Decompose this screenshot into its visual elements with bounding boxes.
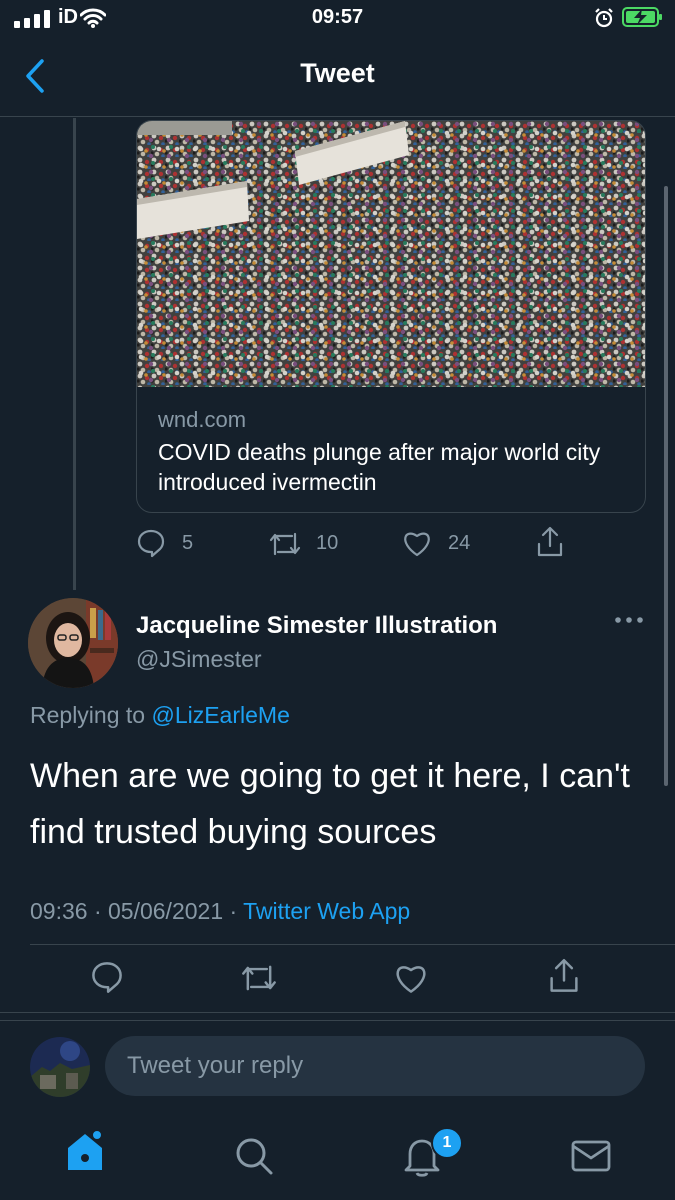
messages-icon[interactable] xyxy=(570,1138,612,1174)
card-domain: wnd.com xyxy=(158,407,247,432)
reply-input[interactable] xyxy=(105,1036,645,1096)
card-title: COVID deaths plunge after major world ci… xyxy=(158,439,601,495)
search-icon[interactable] xyxy=(234,1136,274,1176)
status-time: 09:57 xyxy=(311,6,364,28)
reply-avatar-image-icon xyxy=(30,1037,90,1097)
card-crowd-image xyxy=(137,121,645,387)
retweet-count: 10 xyxy=(316,532,339,554)
home-icon[interactable] xyxy=(64,1128,106,1174)
like-count: 24 xyxy=(448,532,471,554)
avatar-portrait-icon xyxy=(28,598,118,688)
reply-area-divider xyxy=(0,1020,675,1021)
like-icon[interactable] xyxy=(394,962,428,994)
thread-connector xyxy=(73,118,76,590)
reply-icon[interactable] xyxy=(90,960,124,994)
like-icon[interactable] xyxy=(402,529,432,557)
replying-to-mention[interactable]: @LizEarleMe xyxy=(151,702,289,728)
status-bar: iD 09:57 xyxy=(0,0,675,40)
user-display-name[interactable]: Jacqueline Simester Illustration xyxy=(136,612,497,640)
replying-to-line: Replying to @LizEarleMe xyxy=(30,702,290,729)
alarm-icon xyxy=(595,8,613,28)
reply-icon[interactable] xyxy=(136,528,166,558)
reply-count: 5 xyxy=(182,532,194,554)
tweet-timestamp: 09:36 · 05/06/2021 · xyxy=(30,898,244,924)
link-card[interactable]: wnd.com COVID deaths plunge after major … xyxy=(136,120,646,513)
tweet-metadata: 09:36 · 05/06/2021 · Twitter Web App xyxy=(30,898,410,925)
user-handle[interactable]: @JSimester xyxy=(136,646,262,673)
share-icon[interactable] xyxy=(536,526,564,558)
metadata-divider xyxy=(30,944,675,945)
avatar[interactable] xyxy=(28,598,118,688)
page-title: Tweet xyxy=(300,58,375,88)
battery-charging-icon xyxy=(622,7,662,27)
retweet-icon[interactable] xyxy=(240,962,278,994)
header-divider xyxy=(0,116,675,117)
more-options-icon[interactable] xyxy=(613,614,645,626)
tweet-source-app[interactable]: Twitter Web App xyxy=(243,898,410,924)
actions-divider xyxy=(0,1012,675,1013)
tweet-text: When are we going to get it here, I can'… xyxy=(30,757,630,851)
notification-badge: 1 xyxy=(431,1127,463,1159)
parent-actions: 5 10 24 xyxy=(136,524,576,564)
reply-avatar xyxy=(30,1037,90,1097)
retweet-icon[interactable] xyxy=(268,530,302,558)
share-icon[interactable] xyxy=(548,958,580,994)
scrollbar[interactable] xyxy=(664,186,668,786)
replying-to-label: Replying to xyxy=(30,702,152,728)
